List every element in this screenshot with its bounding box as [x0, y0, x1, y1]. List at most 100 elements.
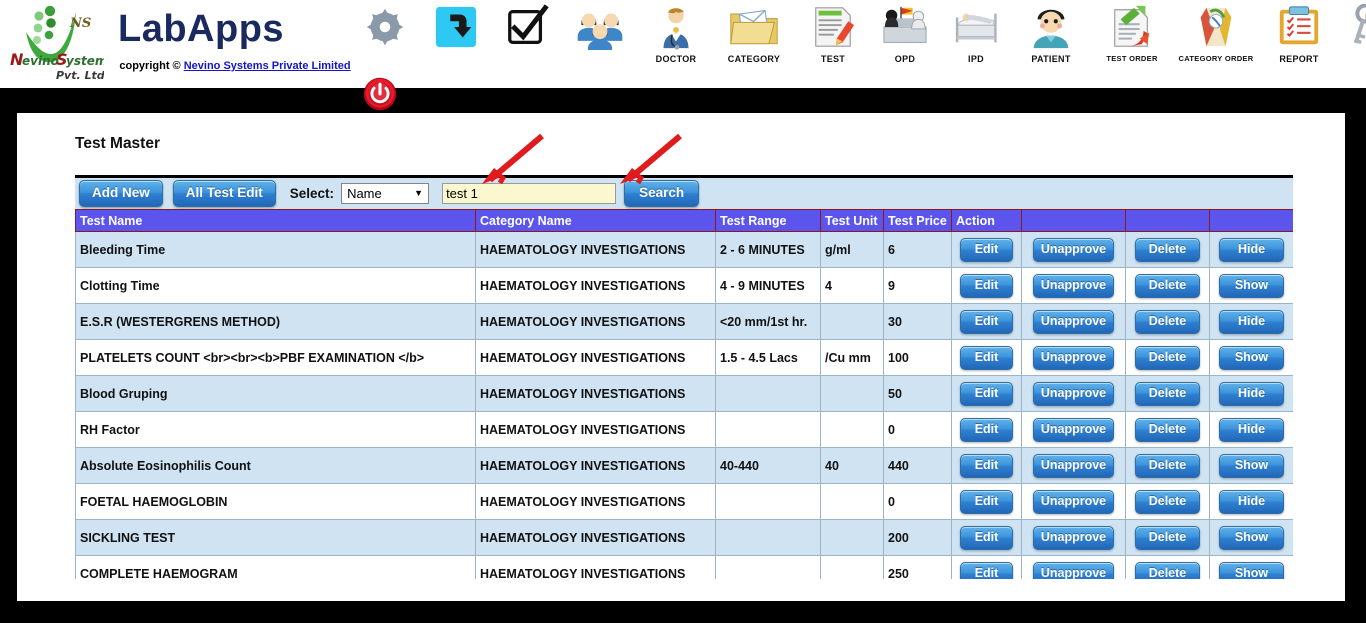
cell-test-price: 250 — [884, 556, 952, 580]
nav-item-change-password[interactable] — [1340, 4, 1366, 60]
cell-approve-toggle-button: Unapprove — [1022, 556, 1126, 580]
add-new-button[interactable]: Add New — [79, 180, 163, 207]
cell-approve-toggle-button: Unapprove — [1022, 232, 1126, 268]
cell-category-name: HAEMATOLOGY INVESTIGATIONS — [476, 340, 716, 376]
delete-button[interactable]: Delete — [1135, 274, 1200, 298]
search-input[interactable] — [442, 183, 616, 204]
nav-item-patient[interactable]: PATIENT — [1014, 4, 1088, 64]
category-icon — [715, 4, 793, 60]
visibility-toggle-button[interactable]: Hide — [1219, 418, 1284, 442]
edit-button[interactable]: Edit — [960, 238, 1013, 262]
visibility-toggle-button[interactable]: Show — [1219, 346, 1284, 370]
approve-toggle-button[interactable]: Unapprove — [1033, 490, 1115, 514]
cell-test-range: 2 - 6 MINUTES — [716, 232, 821, 268]
col-test-price[interactable]: Test Price — [884, 210, 952, 232]
approve-toggle-button[interactable]: Unapprove — [1033, 382, 1115, 406]
approve-toggle-button[interactable]: Unapprove — [1033, 418, 1115, 442]
nav-item-category[interactable]: CATEGORY — [715, 4, 793, 64]
table-body: Bleeding TimeHAEMATOLOGY INVESTIGATIONS2… — [76, 232, 1294, 580]
nav-item-doctor[interactable]: DOCTOR — [641, 4, 711, 64]
nav-item-settings[interactable] — [357, 4, 413, 60]
nav-item-download[interactable] — [428, 4, 484, 60]
visibility-toggle-button[interactable]: Hide — [1219, 310, 1284, 334]
approve-toggle-button[interactable]: Unapprove — [1033, 562, 1115, 580]
delete-button[interactable]: Delete — [1135, 418, 1200, 442]
delete-button[interactable]: Delete — [1135, 310, 1200, 334]
copyright-link[interactable]: Nevino Systems Private Limited — [184, 60, 351, 72]
cell-test-unit — [821, 484, 884, 520]
col-test-range[interactable]: Test Range — [716, 210, 821, 232]
cell-test-price: 6 — [884, 232, 952, 268]
visibility-toggle-button[interactable]: Hide — [1219, 490, 1284, 514]
visibility-toggle-button[interactable]: Show — [1219, 454, 1284, 478]
col-action[interactable]: Action — [952, 210, 1022, 232]
cell-category-name: HAEMATOLOGY INVESTIGATIONS — [476, 448, 716, 484]
edit-button[interactable]: Edit — [960, 454, 1013, 478]
approve-toggle-button[interactable]: Unapprove — [1033, 274, 1115, 298]
approve-toggle-button[interactable]: Unapprove — [1033, 238, 1115, 262]
nav-item-category-order[interactable]: CATEGORY ORDER — [1173, 4, 1259, 63]
delete-button[interactable]: Delete — [1135, 346, 1200, 370]
cell-category-name: HAEMATOLOGY INVESTIGATIONS — [476, 232, 716, 268]
cell-category-name: HAEMATOLOGY INVESTIGATIONS — [476, 556, 716, 580]
cell-visibility-toggle-button: Hide — [1210, 484, 1294, 520]
test-master-table-wrapper: Test Name Category Name Test Range Test … — [75, 209, 1293, 579]
delete-button[interactable]: Delete — [1135, 562, 1200, 580]
delete-button[interactable]: Delete — [1135, 382, 1200, 406]
power-logout-button[interactable] — [362, 76, 398, 112]
visibility-toggle-button[interactable]: Show — [1219, 526, 1284, 550]
report-icon — [1260, 4, 1338, 60]
search-field-select[interactable]: Name ▼ — [341, 183, 429, 204]
nav-item-ipd[interactable]: IPD — [943, 4, 1009, 64]
cell-test-name: Absolute Eosinophilis Count — [76, 448, 476, 484]
nav-item-approve[interactable] — [499, 4, 555, 60]
visibility-toggle-button[interactable]: Hide — [1219, 238, 1284, 262]
nav-item-patient-label: PATIENT — [1014, 54, 1088, 64]
cell-delete-button: Delete — [1126, 232, 1210, 268]
nav-item-report[interactable]: REPORT — [1260, 4, 1338, 64]
delete-button[interactable]: Delete — [1135, 454, 1200, 478]
visibility-toggle-button[interactable]: Show — [1219, 562, 1284, 580]
visibility-toggle-button[interactable]: Show — [1219, 274, 1284, 298]
cell-test-unit: /Cu mm — [821, 340, 884, 376]
approve-toggle-button[interactable]: Unapprove — [1033, 454, 1115, 478]
edit-button[interactable]: Edit — [960, 526, 1013, 550]
approve-toggle-button[interactable]: Unapprove — [1033, 310, 1115, 334]
opd-icon — [872, 4, 938, 60]
col-test-unit[interactable]: Test Unit — [821, 210, 884, 232]
all-test-edit-button[interactable]: All Test Edit — [173, 180, 276, 207]
edit-button[interactable]: Edit — [960, 418, 1013, 442]
delete-button[interactable]: Delete — [1135, 526, 1200, 550]
visibility-toggle-button[interactable]: Hide — [1219, 382, 1284, 406]
nav-item-opd[interactable]: OPD — [872, 4, 938, 64]
edit-button[interactable]: Edit — [960, 310, 1013, 334]
cell-test-name: SICKLING TEST — [76, 520, 476, 556]
nav-item-test[interactable]: TEST — [797, 4, 869, 64]
col-category-name[interactable]: Category Name — [476, 210, 716, 232]
col-blank-3 — [1210, 210, 1294, 232]
screen: NS N evino S ystems Pvt. Ltd. LabApps co… — [0, 0, 1366, 623]
search-button[interactable]: Search — [624, 180, 699, 207]
download-icon — [428, 4, 484, 60]
approve-toggle-button[interactable]: Unapprove — [1033, 526, 1115, 550]
cell-delete-button: Delete — [1126, 376, 1210, 412]
col-test-name[interactable]: Test Name — [76, 210, 476, 232]
cell-delete-button: Delete — [1126, 520, 1210, 556]
cell-test-name: FOETAL HAEMOGLOBIN — [76, 484, 476, 520]
edit-button[interactable]: Edit — [960, 346, 1013, 370]
delete-button[interactable]: Delete — [1135, 238, 1200, 262]
cell-edit-button: Edit — [952, 376, 1022, 412]
delete-button[interactable]: Delete — [1135, 490, 1200, 514]
cell-approve-toggle-button: Unapprove — [1022, 520, 1126, 556]
edit-button[interactable]: Edit — [960, 490, 1013, 514]
app-title: LabApps — [118, 8, 284, 51]
edit-button[interactable]: Edit — [960, 562, 1013, 580]
nav-item-users[interactable] — [570, 4, 630, 60]
cell-delete-button: Delete — [1126, 304, 1210, 340]
approve-toggle-button[interactable]: Unapprove — [1033, 346, 1115, 370]
nav-item-test-order[interactable]: TEST ORDER — [1093, 4, 1171, 63]
cell-test-range — [716, 556, 821, 580]
edit-button[interactable]: Edit — [960, 274, 1013, 298]
cell-test-price: 0 — [884, 412, 952, 448]
edit-button[interactable]: Edit — [960, 382, 1013, 406]
